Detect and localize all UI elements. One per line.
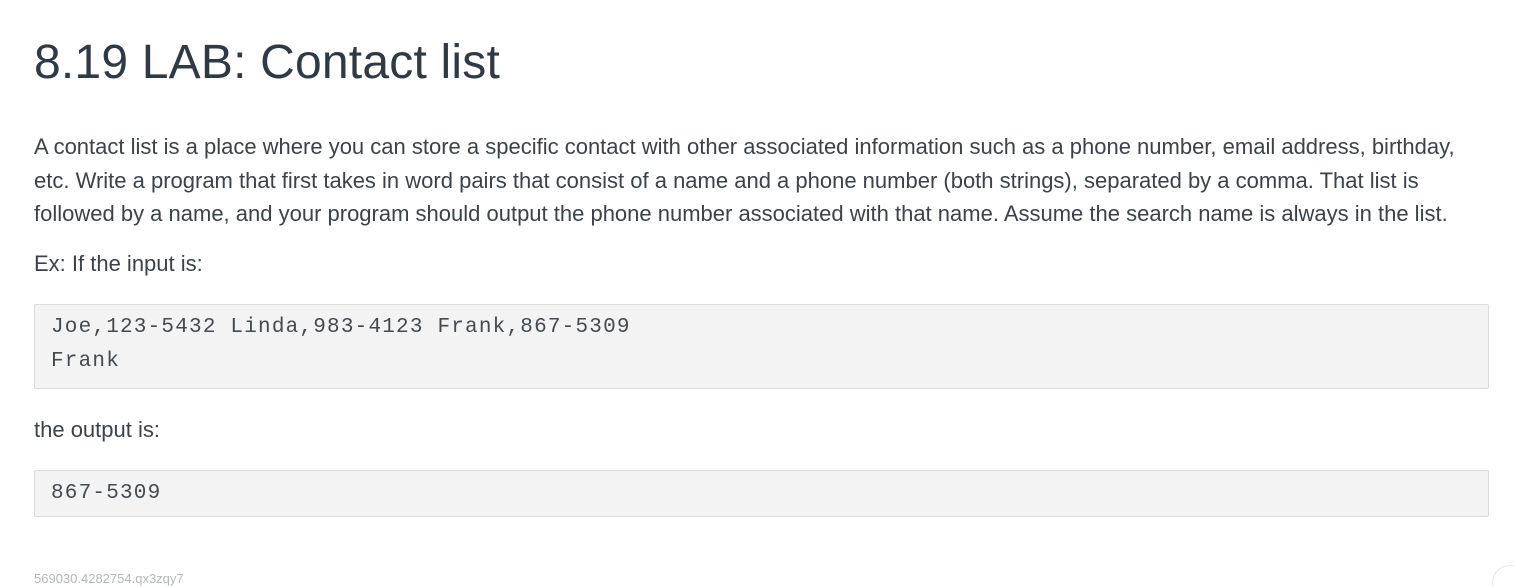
output-label: the output is: xyxy=(34,416,160,442)
example-label: Ex: If the input is: xyxy=(34,250,203,276)
content-id: 569030.4282754.qx3zqy7 xyxy=(34,571,184,586)
lab-content: 8.19 LAB: Contact list A contact list is… xyxy=(34,0,1489,517)
example-output-block: 867-5309 xyxy=(34,469,1489,517)
lab-description: A contact list is a place where you can … xyxy=(34,134,1455,226)
output-line: 867-5309 xyxy=(51,481,162,505)
input-line: Frank xyxy=(51,349,121,373)
example-input-block: Joe,123-5432 Linda,983-4123 Frank,867-53… xyxy=(34,303,1489,389)
input-line: Joe,123-5432 Linda,983-4123 Frank,867-53… xyxy=(51,315,631,339)
corner-widget[interactable] xyxy=(1492,565,1514,587)
page-title: 8.19 LAB: Contact list xyxy=(34,36,500,89)
